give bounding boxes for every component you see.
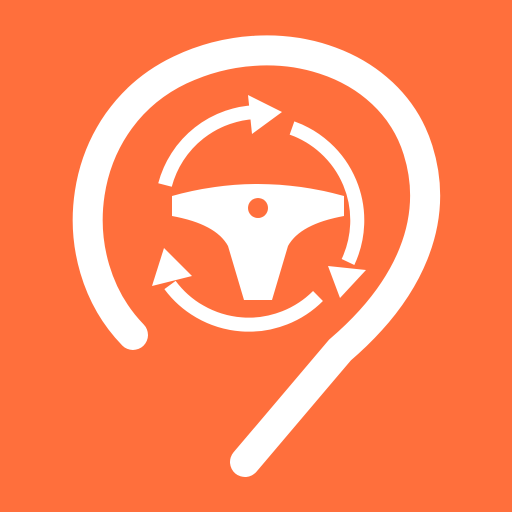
app-logo <box>0 0 512 512</box>
steering-wheel-hub <box>248 198 268 218</box>
app-icon <box>0 0 512 512</box>
